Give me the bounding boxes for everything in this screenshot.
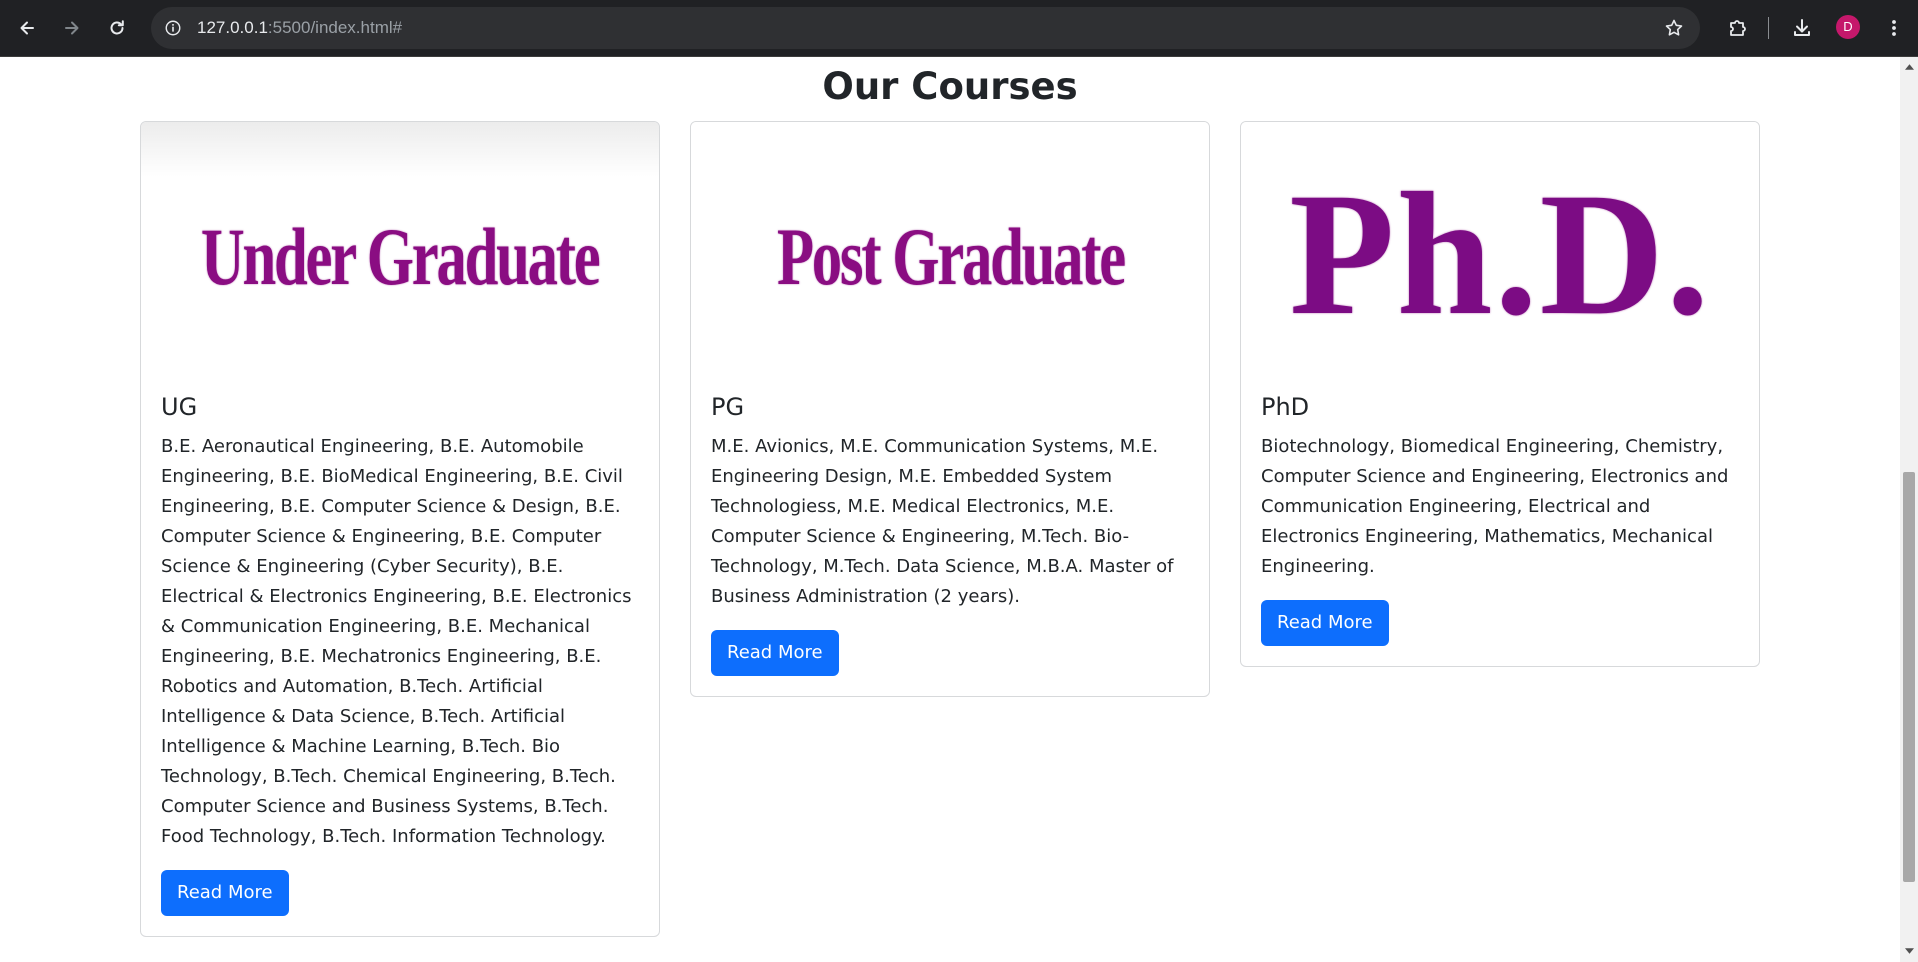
scroll-up-icon[interactable] [1900,60,1918,74]
download-icon[interactable] [1787,13,1817,43]
page-viewport: Our Courses Under Graduate UG B.E. Aeron… [0,57,1900,962]
course-image-text: Ph.D. [1289,157,1711,352]
scrollbar-thumb[interactable] [1903,472,1915,882]
read-more-button-phd[interactable]: Read More [1261,600,1389,646]
course-image-pg: Post Graduate [691,122,1209,372]
card-body: PG M.E. Avionics, M.E. Communication Sys… [691,392,1209,696]
card-body: UG B.E. Aeronautical Engineering, B.E. A… [141,392,659,936]
url-host: 127.0.0.1 [197,18,268,37]
course-title: PG [711,393,745,421]
puzzle-icon[interactable] [1723,13,1753,43]
reload-button[interactable] [100,11,134,45]
card-body: PhD Biotechnology, Biomedical Engineerin… [1241,392,1759,666]
course-title: UG [161,393,198,421]
avatar[interactable]: D [1836,15,1860,39]
course-title: PhD [1261,393,1310,421]
course-card-ug: Under Graduate UG B.E. Aeronautical Engi… [140,121,660,937]
browser-toolbar: 127.0.0.1:5500/index.html# D [0,0,1918,57]
kebab-menu-icon[interactable] [1879,13,1909,43]
url-path: :5500/index.html# [267,18,403,37]
course-description: B.E. Aeronautical Engineering, B.E. Auto… [161,436,632,847]
read-more-button-ug[interactable]: Read More [161,870,289,916]
course-description: M.E. Avionics, M.E. Communication System… [711,436,1174,607]
course-image-ug: Under Graduate [141,122,659,372]
url-text: 127.0.0.1:5500/index.html# [197,18,402,38]
scroll-down-icon[interactable] [1900,944,1918,958]
course-image-phd: Ph.D. [1241,122,1759,372]
course-card-pg: Post Graduate PG M.E. Avionics, M.E. Com… [690,121,1210,697]
arrow-right-icon [65,21,79,35]
read-more-button-pg[interactable]: Read More [711,630,839,676]
toolbar-separator [1768,17,1769,39]
star-icon[interactable] [1662,16,1686,40]
arrow-left-icon [20,21,34,35]
course-card-phd: Ph.D. PhD Biotechnology, Biomedical Engi… [1240,121,1760,667]
address-bar[interactable]: 127.0.0.1:5500/index.html# [151,7,1700,49]
course-description: Biotechnology, Biomedical Engineering, C… [1261,436,1729,577]
forward-button[interactable] [55,11,89,45]
site-info-icon[interactable] [161,16,185,40]
course-image-text: Post Graduate [776,211,1126,302]
course-image-text: Under Graduate [201,211,601,302]
back-button[interactable] [10,11,44,45]
page-title: Our Courses [822,65,1078,108]
vertical-scrollbar[interactable] [1900,57,1918,962]
reload-icon [110,20,124,35]
